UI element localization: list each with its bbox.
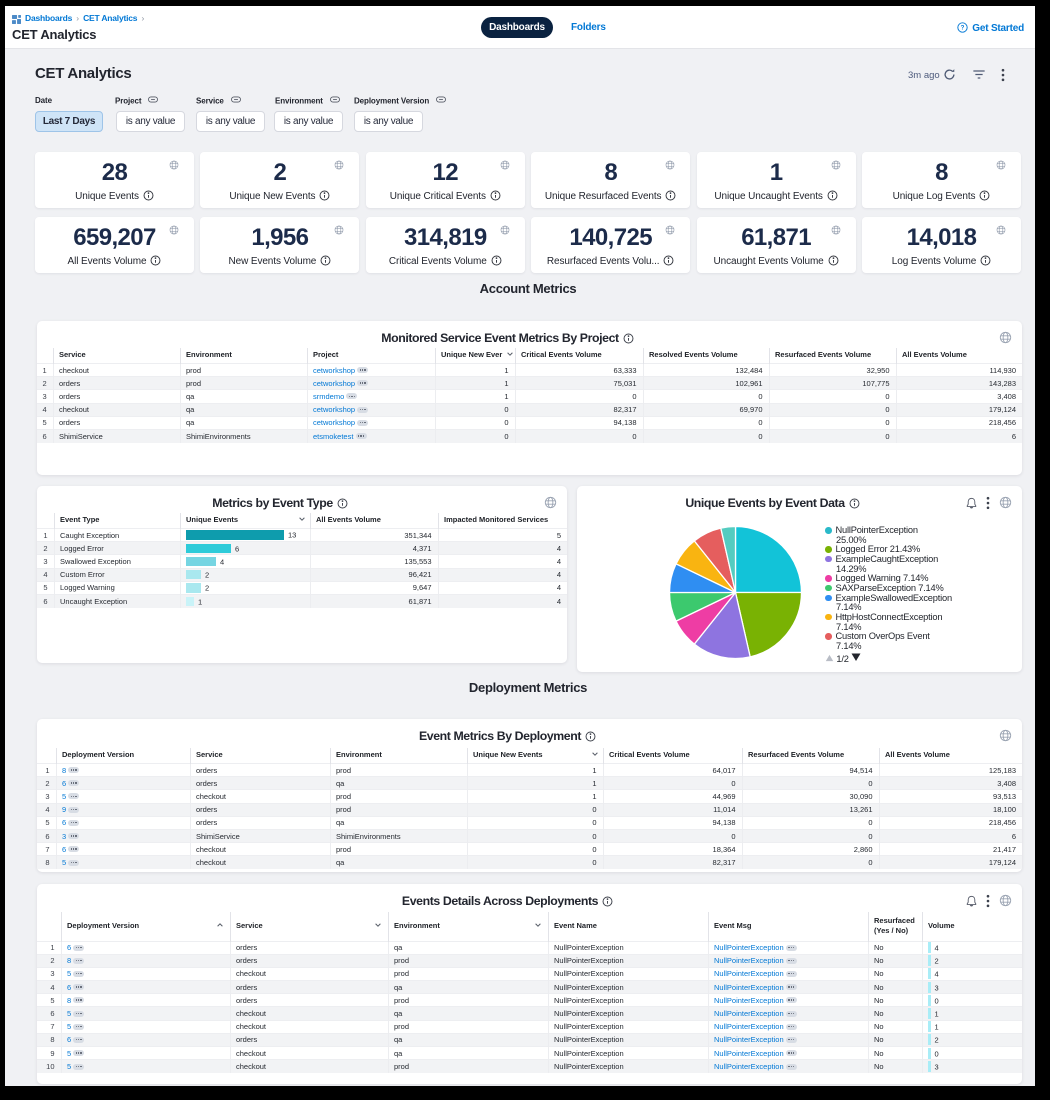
svg-text:?: ? xyxy=(961,25,965,32)
